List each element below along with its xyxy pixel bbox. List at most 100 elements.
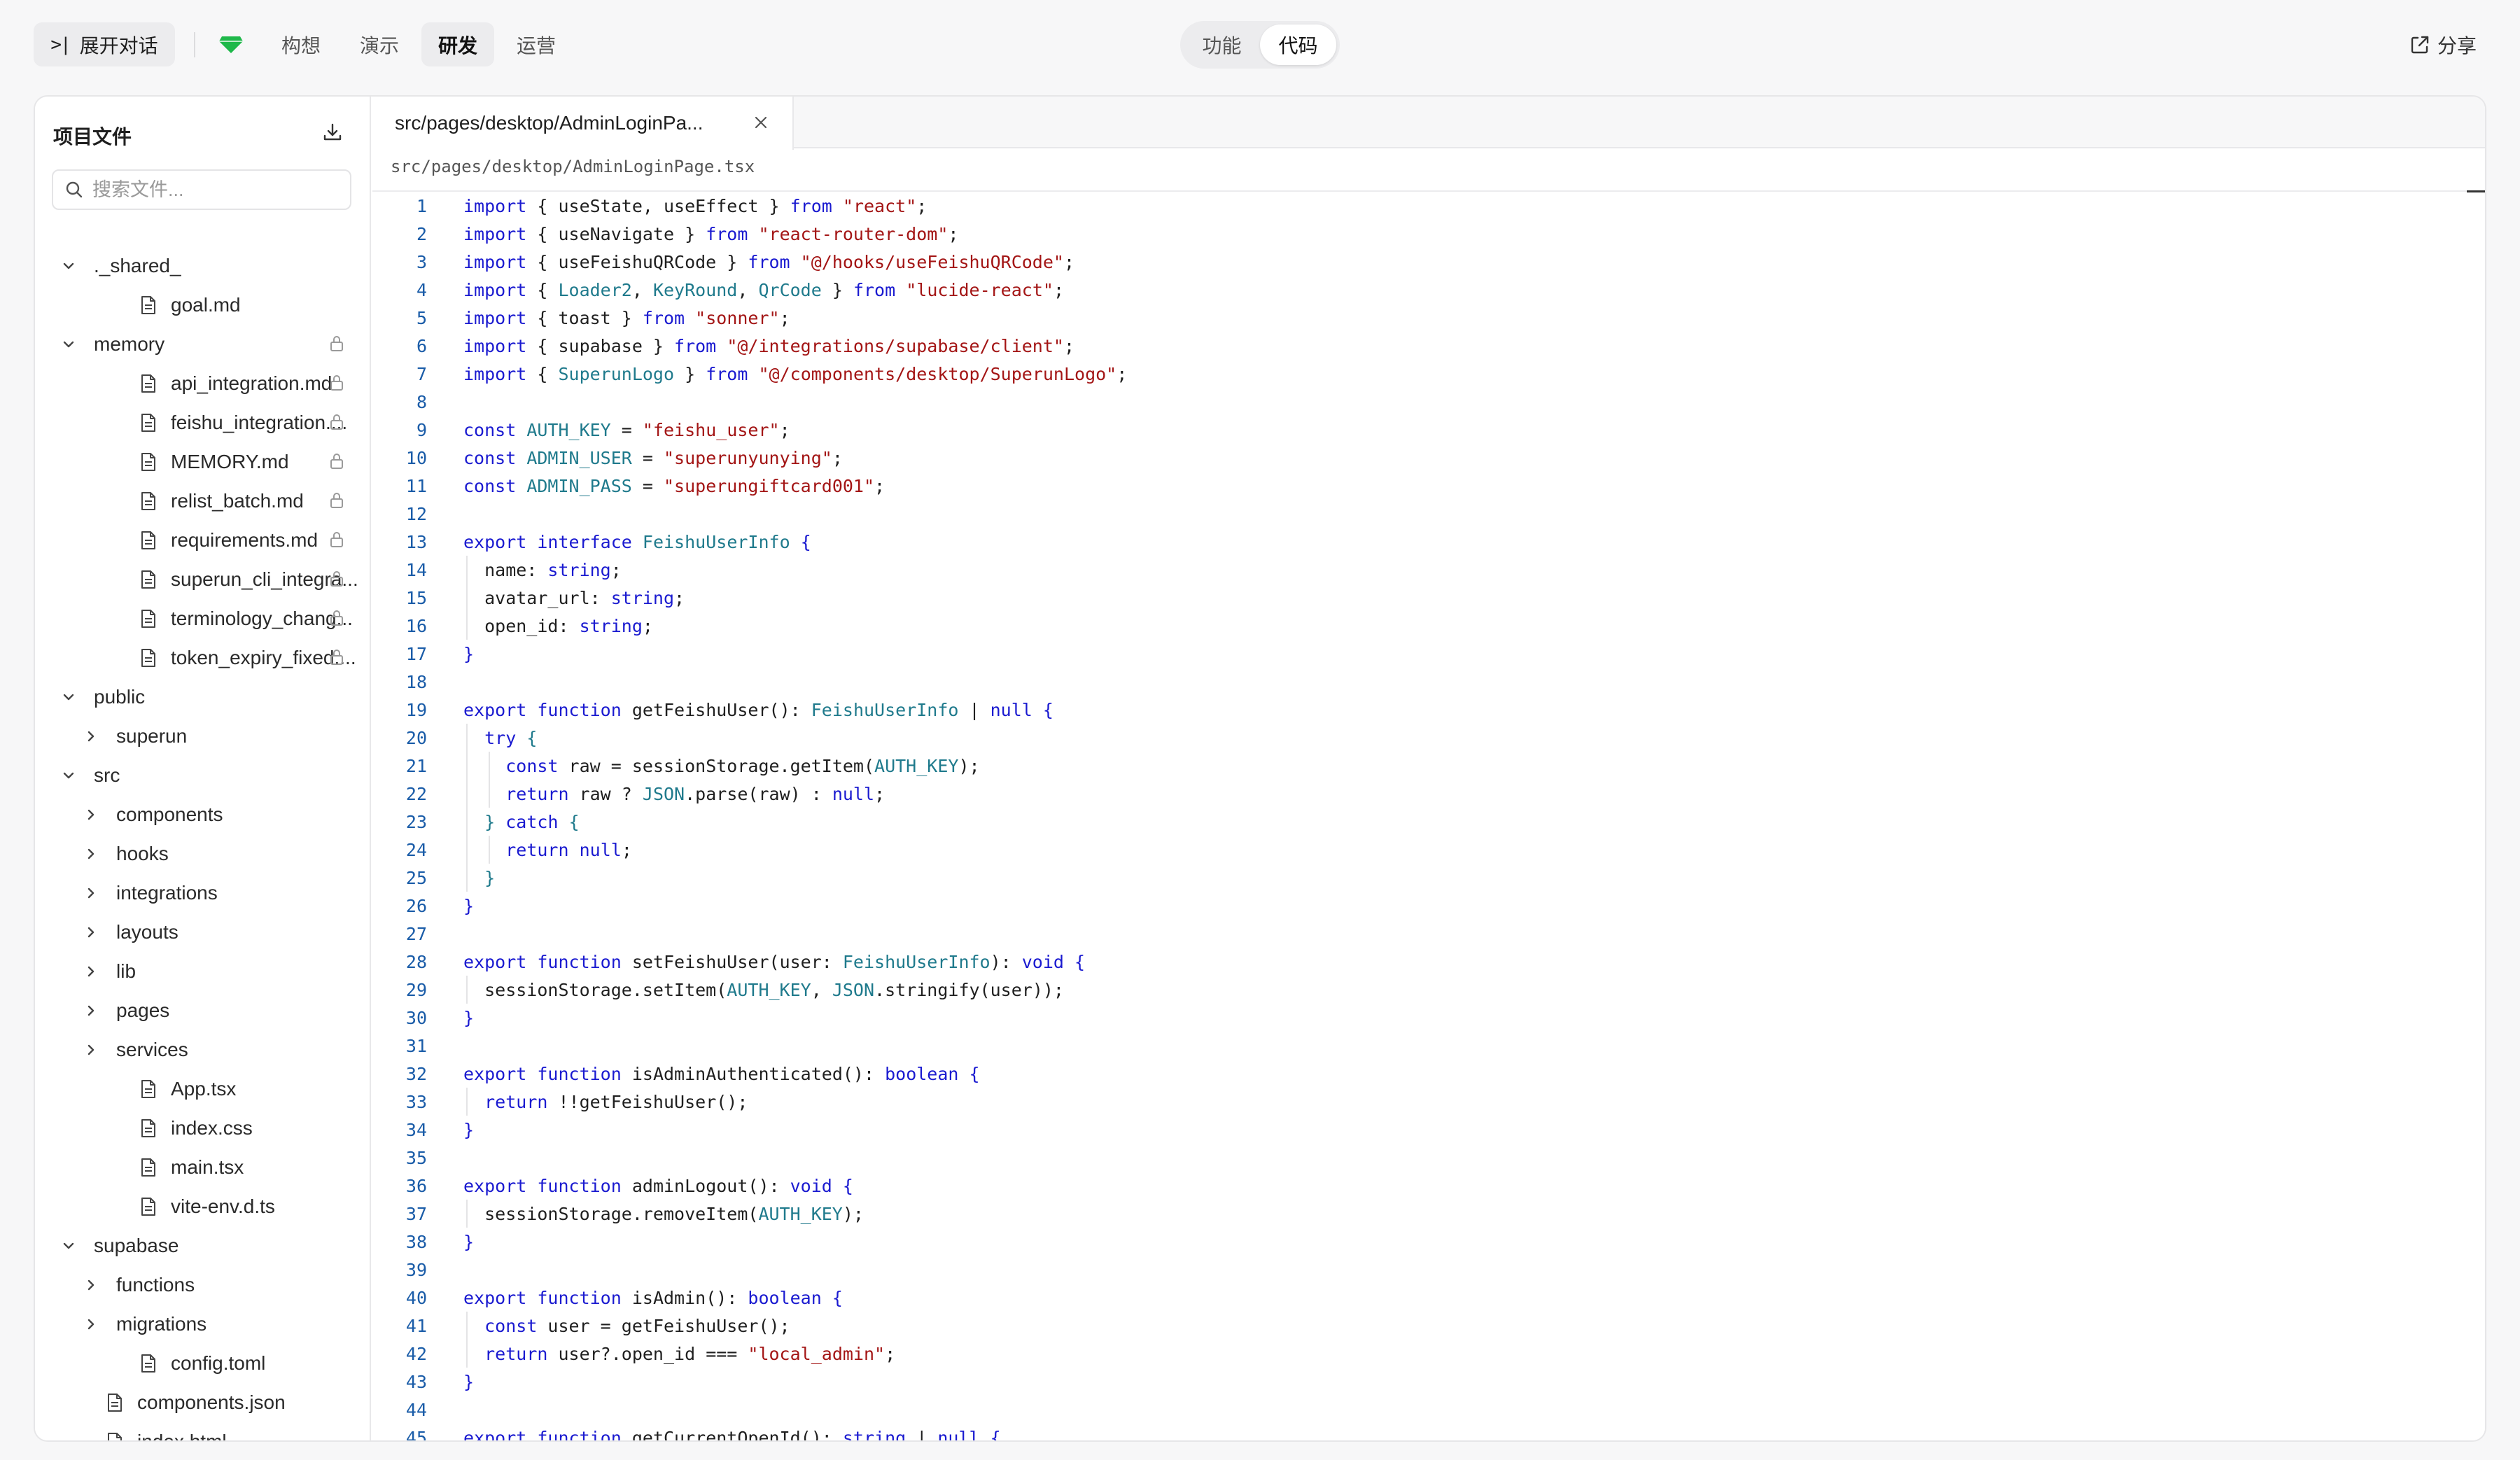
tree-folder[interactable]: src [35, 756, 370, 795]
tree-folder[interactable]: supabase [35, 1226, 370, 1265]
tree-file[interactable]: config.toml [35, 1344, 370, 1383]
stage-tab[interactable]: 研发 [421, 22, 495, 66]
code-token: ADMIN_USER [526, 447, 632, 468]
tree-folder[interactable]: lib [35, 952, 370, 991]
code-token: = [631, 475, 664, 496]
line-number: 30 [405, 1007, 427, 1028]
stage-tab[interactable]: 运营 [500, 22, 573, 66]
chevron-down-icon[interactable] [59, 256, 78, 276]
chevron-right-icon[interactable] [81, 1275, 101, 1295]
tree-file[interactable]: terminology_chang... [35, 599, 370, 638]
tree-folder[interactable]: functions [35, 1265, 370, 1305]
code-line: 28 export function setFeishuUser(user: Fe… [372, 948, 2485, 976]
tree-folder[interactable]: ._shared_ [35, 246, 370, 286]
tree-file[interactable]: App.tsx [35, 1069, 370, 1109]
tree-folder[interactable]: public [35, 678, 370, 717]
chevron-right-icon[interactable] [81, 805, 101, 824]
chevron-down-icon[interactable] [59, 335, 78, 354]
tree-file[interactable]: index.html [35, 1422, 370, 1440]
tree-file[interactable]: MEMORY.md [35, 442, 370, 482]
tree-file[interactable]: relist_batch.md [35, 482, 370, 521]
code-text: return raw ? JSON .parse(raw) : null; [463, 780, 885, 808]
code-token: ; [1116, 363, 1128, 384]
tree-folder[interactable]: hooks [35, 834, 370, 873]
tree-file[interactable]: goal.md [35, 286, 370, 325]
tree-folder[interactable]: components [35, 795, 370, 834]
code-token: FeishuUserInfo [842, 951, 990, 972]
chevron-right-icon[interactable] [81, 1001, 101, 1020]
code-text: } [463, 640, 474, 668]
lock-icon [329, 413, 347, 433]
code-text: sessionStorage.setItem(AUTH_KEY, JSON .st… [463, 976, 1064, 1004]
tree-item-label: layouts [116, 921, 178, 943]
close-tab-button[interactable] [750, 112, 771, 133]
tree-file[interactable]: vite-env.d.ts [35, 1187, 370, 1226]
tree-folder[interactable]: migrations [35, 1305, 370, 1344]
code-text: } catch { [463, 808, 580, 836]
file-search-input[interactable] [92, 178, 330, 201]
code-text: const ADMIN_PASS = "superungiftcard001"; [463, 472, 885, 500]
stage-tab[interactable]: 演示 [343, 22, 416, 66]
code-token: { [969, 1063, 980, 1084]
tree-folder[interactable]: memory [35, 325, 370, 364]
share-button[interactable]: 分享 [2409, 31, 2477, 59]
scrollbar-indicator[interactable] [2467, 190, 2485, 192]
stage-tab[interactable]: 构想 [265, 22, 337, 66]
code-token: !!getFeishuUser(); [547, 1091, 748, 1112]
chevron-right-icon[interactable] [81, 922, 101, 942]
editor-tab[interactable]: src/pages/desktop/AdminLoginPa... [372, 97, 794, 150]
tree-folder[interactable]: pages [35, 991, 370, 1030]
chevron-right-icon[interactable] [81, 883, 101, 903]
view-mode-option[interactable]: 功能 [1184, 24, 1260, 65]
chevron-right-icon[interactable] [81, 962, 101, 981]
chevron-down-icon[interactable] [59, 687, 78, 707]
chevron-down-icon[interactable] [59, 766, 78, 785]
code-token: , [631, 279, 653, 300]
tree-file[interactable]: superun_cli_integra... [35, 560, 370, 599]
code-line: 4 import { Loader2, KeyRound, QrCode } fr… [372, 276, 2485, 304]
chevron-right-icon[interactable] [81, 1040, 101, 1060]
tree-item-label: lib [116, 960, 136, 982]
tree-file[interactable]: feishu_integration.... [35, 403, 370, 442]
download-button[interactable] [318, 118, 347, 147]
code-token: export [463, 1287, 527, 1308]
tree-folder[interactable]: integrations [35, 873, 370, 913]
view-mode-option[interactable]: 代码 [1260, 24, 1336, 65]
file-icon [139, 1079, 158, 1100]
chevron-right-icon[interactable] [81, 727, 101, 746]
tree-file[interactable]: api_integration.md [35, 364, 370, 403]
code-line: 10 const ADMIN_USER = "superunyunying"; [372, 444, 2485, 472]
gem-icon[interactable] [219, 35, 243, 53]
code-token: null [579, 839, 622, 860]
code-token: sessionStorage.removeItem( [463, 1203, 759, 1224]
tree-file[interactable]: token_expiry_fixed.... [35, 638, 370, 678]
expand-conversation-button[interactable]: >| 展开对话 [34, 22, 175, 66]
chevron-right-icon[interactable] [81, 1314, 101, 1334]
code-line: 41 const user = getFeishuUser(); [372, 1312, 2485, 1340]
tree-file[interactable]: main.tsx [35, 1148, 370, 1187]
tree-item-label: superun [116, 725, 188, 747]
code-line: 39 [372, 1256, 2485, 1284]
code-token: ); [958, 755, 980, 776]
chevron-down-icon[interactable] [59, 1236, 78, 1256]
tree-file[interactable]: components.json [35, 1383, 370, 1422]
file-icon [139, 1196, 158, 1217]
code-text: avatar_url: string; [463, 584, 685, 612]
line-number: 6 [416, 335, 427, 356]
tree-folder[interactable]: superun [35, 717, 370, 756]
code-token: AUTH_KEY [727, 979, 811, 1000]
code-token: function [537, 1063, 622, 1084]
code-area[interactable]: 1 import { useState, useEffect } from "re… [372, 190, 2485, 1440]
tree-folder[interactable]: services [35, 1030, 370, 1069]
code-token: { useState, useEffect } [526, 195, 790, 216]
code-token: from [706, 363, 748, 384]
tree-file[interactable]: index.css [35, 1109, 370, 1148]
code-token: { [832, 1287, 843, 1308]
file-path-breadcrumb: src/pages/desktop/AdminLoginPage.tsx [391, 157, 755, 176]
tree-folder[interactable]: layouts [35, 913, 370, 952]
tree-item-label: MEMORY.md [171, 451, 289, 472]
line-number: 19 [405, 699, 427, 720]
chevron-right-icon[interactable] [81, 844, 101, 864]
tree-file[interactable]: requirements.md [35, 521, 370, 560]
